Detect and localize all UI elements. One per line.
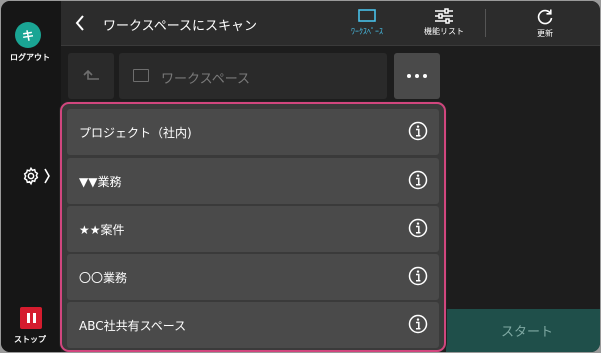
chevron-right-icon[interactable] xyxy=(43,167,51,185)
info-icon[interactable] xyxy=(408,170,428,190)
workspace-item-label: ★★案件 xyxy=(79,223,125,237)
function-list-label: 機能リスト xyxy=(424,27,464,36)
sliders-icon xyxy=(435,8,453,24)
header-divider xyxy=(485,9,486,37)
gear-icon[interactable] xyxy=(21,166,41,186)
back-chevron-icon[interactable] xyxy=(73,13,87,33)
workspace-item[interactable]: プロジェクト（社内) xyxy=(67,109,439,155)
workspace-item[interactable]: ★★案件 xyxy=(67,206,439,252)
workspace-item-label: ▼▼業務 xyxy=(79,175,122,189)
path-row: ワークスペース xyxy=(61,53,446,101)
refresh-label: 更新 xyxy=(537,29,553,38)
workspace-tab-button[interactable]: ﾜｰｸｽﾍﾟｰｽ xyxy=(335,1,399,45)
folder-icon xyxy=(133,69,149,82)
more-options-button[interactable] xyxy=(394,53,440,99)
screen-frame: キ ログアウト ストップ ワークスペースにスキャン ﾜｰｸｽﾍﾟｰｽ 機能リスト xyxy=(1,1,600,352)
info-icon[interactable] xyxy=(408,218,428,238)
stop-label: ストップ xyxy=(14,335,46,344)
page-title: ワークスペースにスキャン xyxy=(103,19,258,34)
refresh-button[interactable]: 更新 xyxy=(513,1,577,45)
workspace-item-label: プロジェクト（社内) xyxy=(79,126,192,140)
workspace-dropdown: プロジェクト（社内) ▼▼業務 ★★案件 〇〇業務 ABC社共有スペース xyxy=(60,102,446,352)
header-bar: ワークスペースにスキャン ﾜｰｸｽﾍﾟｰｽ 機能リスト 更新 xyxy=(61,1,600,46)
info-icon[interactable] xyxy=(408,121,428,141)
current-path-field[interactable]: ワークスペース xyxy=(119,53,387,99)
workspace-icon xyxy=(358,9,376,22)
info-icon[interactable] xyxy=(408,314,428,334)
workspace-item[interactable]: ▼▼業務 xyxy=(67,158,439,204)
workspace-item[interactable]: ABC社共有スペース xyxy=(67,302,439,348)
avatar-letter: キ xyxy=(21,28,34,43)
workspace-item-label: ABC社共有スペース xyxy=(79,319,187,333)
workspace-tab-label: ﾜｰｸｽﾍﾟｰｽ xyxy=(351,27,383,36)
info-icon[interactable] xyxy=(408,266,428,286)
parent-folder-button[interactable] xyxy=(68,53,114,99)
refresh-icon xyxy=(537,9,553,25)
up-level-icon xyxy=(83,69,99,80)
workspace-item[interactable]: 〇〇業務 xyxy=(67,254,439,300)
user-avatar-button[interactable]: キ xyxy=(15,22,41,48)
function-list-button[interactable]: 機能リスト xyxy=(407,1,481,45)
current-path-label: ワークスペース xyxy=(161,72,251,87)
left-sidebar: キ ログアウト ストップ xyxy=(1,1,61,352)
workspace-item-label: 〇〇業務 xyxy=(79,271,128,285)
start-label: スタート xyxy=(501,325,554,340)
logout-label[interactable]: ログアウト xyxy=(1,52,59,63)
stop-button[interactable] xyxy=(20,307,42,329)
